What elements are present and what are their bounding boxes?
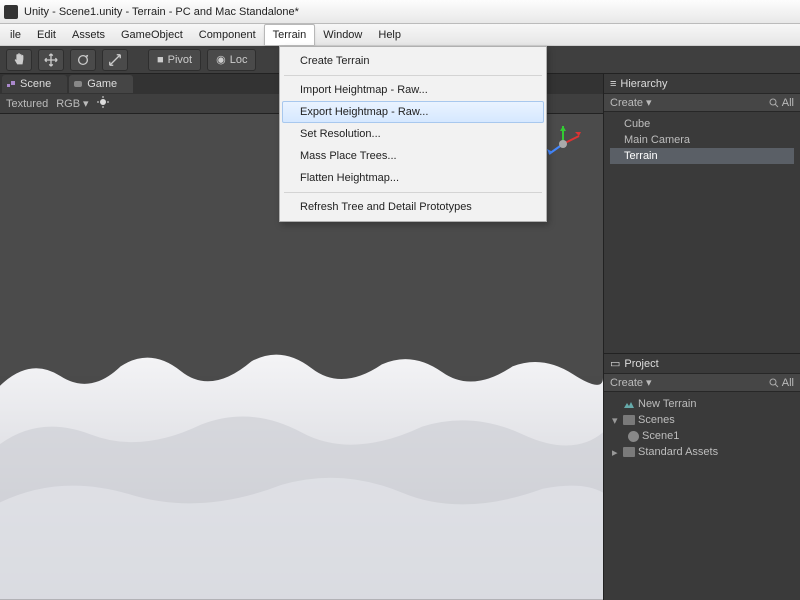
- menu-terrain[interactable]: Terrain: [264, 24, 316, 45]
- pivot-icon: ■: [157, 54, 164, 66]
- disclosure-closed-icon[interactable]: ▸: [612, 446, 620, 459]
- project-item-scenes[interactable]: ▾ Scenes: [606, 412, 798, 428]
- shading-dropdown[interactable]: Textured: [6, 98, 48, 110]
- scene-tab-icon: [6, 79, 16, 89]
- tool-hand[interactable]: [6, 49, 32, 71]
- hierarchy-item-terrain[interactable]: Terrain: [610, 148, 794, 164]
- hierarchy-item-main-camera[interactable]: Main Camera: [610, 132, 794, 148]
- light-toggle[interactable]: [97, 96, 109, 111]
- window-title-bar: Unity - Scene1.unity - Terrain - PC and …: [0, 0, 800, 24]
- chevron-down-icon: ▾: [646, 376, 652, 389]
- hierarchy-search[interactable]: All: [769, 97, 794, 109]
- local-toggle[interactable]: ◉Loc: [207, 49, 256, 71]
- menu-edit[interactable]: Edit: [29, 24, 64, 45]
- project-item-standard-assets[interactable]: ▸ Standard Assets: [606, 444, 798, 460]
- chevron-down-icon: ▾: [646, 96, 652, 109]
- menu-item-export-heightmap[interactable]: Export Heightmap - Raw...: [282, 101, 544, 123]
- tab-game[interactable]: Game: [69, 75, 133, 93]
- menu-item-set-resolution[interactable]: Set Resolution...: [282, 123, 544, 145]
- menu-item-import-heightmap[interactable]: Import Heightmap - Raw...: [282, 79, 544, 101]
- hierarchy-item-cube[interactable]: Cube: [610, 116, 794, 132]
- menu-bar: ile Edit Assets GameObject Component Ter…: [0, 24, 800, 46]
- menu-item-flatten-heightmap[interactable]: Flatten Heightmap...: [282, 167, 544, 189]
- hierarchy-header: ≡ Hierarchy: [604, 74, 800, 94]
- folder-icon: [623, 415, 635, 425]
- terrain-menu-dropdown: Create Terrain Import Heightmap - Raw...…: [279, 46, 547, 222]
- local-icon: ◉: [216, 53, 226, 66]
- terrain-asset-icon: [623, 398, 635, 410]
- tab-scene[interactable]: Scene: [2, 75, 67, 93]
- tool-move[interactable]: [38, 49, 64, 71]
- project-create-dropdown[interactable]: Create▾: [610, 376, 652, 389]
- pivot-toggle[interactable]: ■Pivot: [148, 49, 201, 71]
- project-search[interactable]: All: [769, 377, 794, 389]
- menu-assets[interactable]: Assets: [64, 24, 113, 45]
- project-header: ▭ Project: [604, 354, 800, 374]
- menu-file[interactable]: ile: [2, 24, 29, 45]
- menu-help[interactable]: Help: [370, 24, 409, 45]
- hierarchy-list: Cube Main Camera Terrain: [604, 112, 800, 353]
- tool-rotate[interactable]: [70, 49, 96, 71]
- project-icon: ▭: [610, 357, 620, 370]
- menu-gameobject[interactable]: GameObject: [113, 24, 191, 45]
- tool-scale[interactable]: [102, 49, 128, 71]
- unity-app-icon: [4, 5, 18, 19]
- project-panel: ▭ Project Create▾ All New Terrain ▾: [604, 354, 800, 600]
- menu-component[interactable]: Component: [191, 24, 264, 45]
- menu-item-create-terrain[interactable]: Create Terrain: [282, 50, 544, 72]
- terrain-mesh: [0, 308, 603, 600]
- project-item-scene1[interactable]: Scene1: [606, 428, 798, 444]
- search-icon: [769, 378, 779, 388]
- window-title: Unity - Scene1.unity - Terrain - PC and …: [24, 6, 299, 18]
- hierarchy-panel: ≡ Hierarchy Create▾ All Cube Main Camera…: [604, 74, 800, 354]
- hierarchy-icon: ≡: [610, 78, 616, 90]
- project-item-new-terrain[interactable]: New Terrain: [606, 396, 798, 412]
- draw-mode-dropdown[interactable]: RGB▾: [56, 97, 88, 110]
- project-tree: New Terrain ▾ Scenes Scene1 ▸ Standard A…: [604, 392, 800, 464]
- menu-window[interactable]: Window: [315, 24, 370, 45]
- unity-scene-icon: [628, 431, 639, 442]
- game-tab-icon: [73, 79, 83, 89]
- folder-icon: [623, 447, 635, 457]
- view-gizmo[interactable]: [541, 122, 585, 166]
- hierarchy-create-dropdown[interactable]: Create▾: [610, 96, 652, 109]
- chevron-down-icon: ▾: [83, 97, 89, 110]
- menu-item-mass-place-trees[interactable]: Mass Place Trees...: [282, 145, 544, 167]
- menu-item-refresh-prototypes[interactable]: Refresh Tree and Detail Prototypes: [282, 196, 544, 218]
- menu-divider: [284, 192, 542, 193]
- search-icon: [769, 98, 779, 108]
- disclosure-open-icon[interactable]: ▾: [612, 414, 620, 427]
- menu-divider: [284, 75, 542, 76]
